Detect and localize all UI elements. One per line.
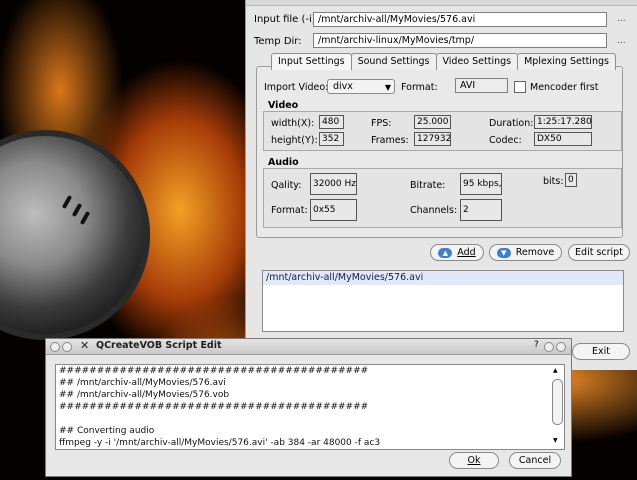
minimize-icon[interactable]	[544, 342, 554, 352]
add-button[interactable]: ▲ Add	[430, 244, 484, 261]
shade-icon[interactable]	[62, 342, 72, 352]
scroll-up-icon[interactable]: ▲	[553, 367, 558, 374]
tab-video-settings[interactable]: Video Settings	[435, 53, 519, 70]
width-value: 480	[319, 115, 344, 129]
frames-value: 127932	[414, 132, 451, 146]
settings-tabs: Input Settings Sound Settings Video Sett…	[271, 53, 616, 70]
audio-format-label: Format:	[271, 205, 308, 216]
fps-value: 25.000	[414, 115, 451, 129]
main-window: Input file (-i) /mnt/archiv-all/MyMovies…	[245, 0, 637, 370]
temp-dir-label: Temp Dir:	[254, 36, 302, 47]
browse-temp-button[interactable]: ...	[617, 36, 626, 46]
exit-button[interactable]: Exit	[572, 343, 630, 360]
x-logo-icon: ✕	[80, 339, 90, 352]
script-editor[interactable]: ########################################…	[55, 364, 565, 450]
format-field[interactable]: AVI	[455, 78, 508, 93]
quality-value: 32000 Hz	[310, 173, 357, 195]
browse-input-button[interactable]: ...	[617, 14, 626, 24]
audio-group-title: Audio	[268, 157, 299, 168]
audio-format-value: 0x55	[310, 199, 357, 221]
help-icon[interactable]: ?	[534, 340, 539, 350]
remove-button-label: Remove	[515, 247, 555, 258]
script-line: ########################################…	[59, 402, 369, 412]
cancel-button[interactable]: Cancel	[509, 452, 561, 469]
codec-value: DX50	[534, 132, 592, 146]
editor-scrollbar[interactable]: ▲ ▼	[552, 367, 563, 445]
cancel-button-label: Cancel	[518, 455, 552, 466]
import-video-select[interactable]: divx ▼	[327, 79, 395, 94]
script-line: ## /mnt/archiv-all/MyMovies/576.avi	[59, 378, 226, 388]
width-label: width(X):	[271, 118, 315, 129]
remove-icon: ▼	[496, 247, 511, 258]
channels-label: Channels:	[410, 205, 458, 216]
ok-button[interactable]: Ok	[449, 452, 499, 469]
format-label: Format:	[401, 82, 438, 93]
script-text[interactable]: ########################################…	[56, 365, 564, 449]
video-group-title: Video	[268, 100, 299, 111]
tab-sound-settings[interactable]: Sound Settings	[350, 53, 437, 70]
quality-label: Qality:	[271, 180, 302, 191]
edit-script-button[interactable]: Edit script	[568, 244, 630, 261]
file-list[interactable]: /mnt/archiv-all/MyMovies/576.avi	[262, 270, 624, 332]
remove-button[interactable]: ▼ Remove	[489, 244, 562, 261]
tab-input-settings[interactable]: Input Settings	[271, 53, 352, 70]
mencoder-label: Mencoder first	[530, 82, 599, 93]
chevron-down-icon: ▼	[384, 83, 391, 92]
add-button-label: Add	[457, 247, 476, 258]
tab-mplexing-settings[interactable]: Mplexing Settings	[517, 53, 616, 70]
bits-label: bits:	[543, 176, 564, 187]
scroll-down-icon[interactable]: ▼	[553, 437, 558, 444]
codec-label: Codec:	[489, 135, 522, 146]
ok-button-label: Ok	[467, 455, 481, 466]
fps-label: FPS:	[371, 118, 392, 129]
temp-dir-field[interactable]: /mnt/archiv-linux/MyMovies/tmp/	[313, 33, 607, 48]
script-edit-title: QCreateVOB Script Edit	[96, 340, 222, 351]
script-edit-titlebar[interactable]: ✕ QCreateVOB Script Edit ?	[46, 339, 571, 355]
frames-label: Frames:	[371, 135, 409, 146]
scrollbar-thumb[interactable]	[552, 379, 563, 425]
script-line: ## Converting audio	[59, 426, 155, 436]
bitrate-value: 95 kbps,	[460, 173, 502, 195]
bits-value: 0	[565, 173, 577, 187]
input-file-label: Input file (-i)	[254, 14, 316, 25]
bitrate-label: Bitrate:	[410, 180, 446, 191]
script-edit-window: ✕ QCreateVOB Script Edit ? #############…	[45, 338, 572, 477]
close-icon[interactable]	[556, 342, 566, 352]
height-value: 352	[319, 132, 344, 146]
script-line: ffmpeg -y -i '/mnt/archiv-all/MyMovies/5…	[59, 438, 381, 448]
main-titlebar[interactable]	[246, 0, 637, 6]
script-line: ########################################…	[59, 366, 369, 376]
mencoder-checkbox[interactable]	[514, 81, 526, 93]
list-item[interactable]: /mnt/archiv-all/MyMovies/576.avi	[263, 271, 623, 285]
import-video-label: Import Video:	[264, 82, 329, 93]
duration-value: 1:25:17.280	[534, 115, 592, 129]
script-line	[56, 413, 564, 425]
add-icon: ▲	[438, 247, 453, 258]
import-video-value: divx	[333, 81, 353, 92]
script-line: ## /mnt/archiv-all/MyMovies/576.vob	[59, 390, 230, 400]
channels-value: 2	[460, 199, 502, 221]
height-label: height(Y):	[271, 135, 318, 146]
window-menu-icon[interactable]	[50, 342, 60, 352]
speaker-graphic	[0, 130, 150, 340]
input-file-field[interactable]: /mnt/archiv-all/MyMovies/576.avi	[313, 12, 607, 27]
duration-label: Duration:	[489, 118, 534, 129]
